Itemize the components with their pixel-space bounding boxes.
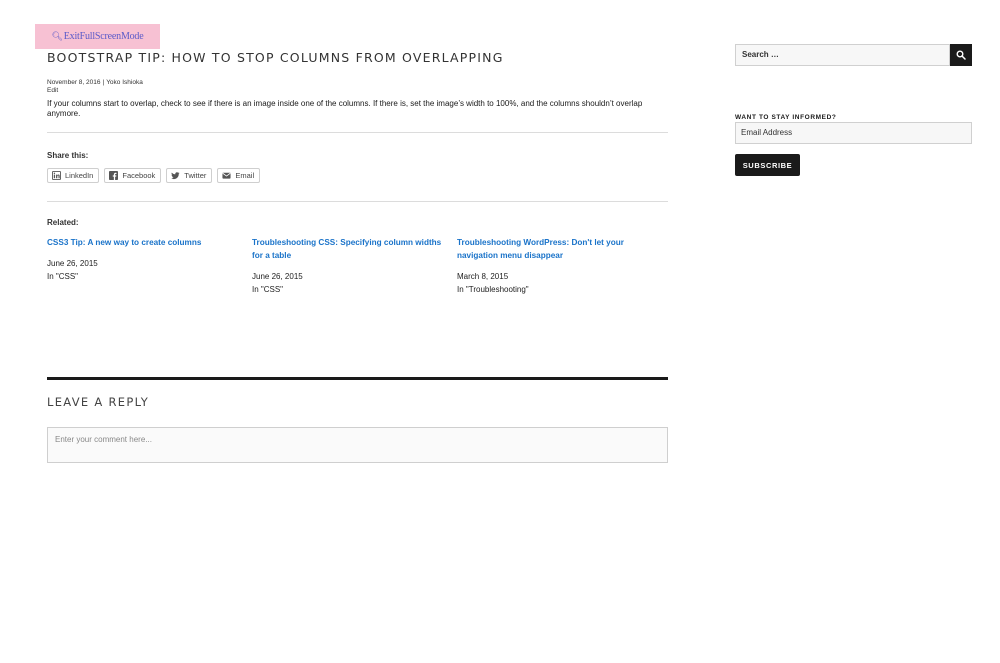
share-linkedin-label: LinkedIn [65,171,94,180]
edit-link[interactable]: Edit [47,87,58,94]
subscribe-button[interactable]: SUBSCRIBE [735,154,800,176]
exit-fullscreen-label: ExitFullScreenMode [63,31,144,42]
email-icon [222,172,231,179]
related-link[interactable]: Troubleshooting CSS: Specifying column w… [252,236,447,262]
post-meta: November 8, 2016 | Yoko Ishioka [47,78,143,87]
share-linkedin-button[interactable]: LinkedIn [47,168,100,183]
share-email-label: Email [235,171,255,180]
facebook-icon [109,171,119,180]
share-twitter-label: Twitter [184,171,207,180]
related-category: In "CSS" [47,272,79,281]
share-heading: Share this: [47,151,89,160]
post-date[interactable]: November 8, 2016 [47,79,100,86]
post-title: BOOTSTRAP TIP: HOW TO STOP COLUMNS FROM … [47,50,504,65]
related-category: In "CSS" [252,285,284,294]
linkedin-icon [52,171,61,180]
share-email-button[interactable]: Email [217,168,261,183]
related-date: June 26, 2015 [47,259,98,268]
related-category: In "Troubleshooting" [457,285,529,294]
reply-heading: LEAVE A REPLY [47,395,150,409]
divider [47,132,668,133]
share-facebook-label: Facebook [122,171,156,180]
divider [47,201,668,202]
email-field[interactable]: Email Address [735,122,972,144]
related-date: June 26, 2015 [252,272,303,281]
related-item: CSS3 Tip: A new way to create columns Ju… [47,236,242,283]
newsletter-heading: WANT TO STAY INFORMED? [735,114,837,121]
search-input[interactable]: Search … [735,44,950,66]
post-author[interactable]: Yoko Ishioka [106,79,143,86]
related-link[interactable]: CSS3 Tip: A new way to create columns [47,236,242,249]
magnifier-icon: 🔍︎ [51,31,63,41]
section-divider [47,377,668,380]
search-icon [956,50,966,60]
meta-separator: | [102,79,105,86]
related-heading: Related: [47,218,79,227]
comment-input[interactable]: Enter your comment here... [47,427,668,463]
share-facebook-button[interactable]: Facebook [104,168,162,183]
search-form: Search … [735,44,972,66]
share-buttons: LinkedIn Facebook Twitter Email [47,168,261,183]
search-button[interactable] [950,44,972,66]
share-twitter-button[interactable]: Twitter [166,168,213,183]
related-date: March 8, 2015 [457,272,509,281]
related-item: Troubleshooting CSS: Specifying column w… [252,236,447,296]
related-item: Troubleshooting WordPress: Don't let you… [457,236,652,296]
related-link[interactable]: Troubleshooting WordPress: Don't let you… [457,236,652,262]
post-body: If your columns start to overlap, check … [47,99,643,118]
twitter-icon [171,172,180,180]
exit-fullscreen-button[interactable]: 🔍︎ ExitFullScreenMode [35,24,160,49]
